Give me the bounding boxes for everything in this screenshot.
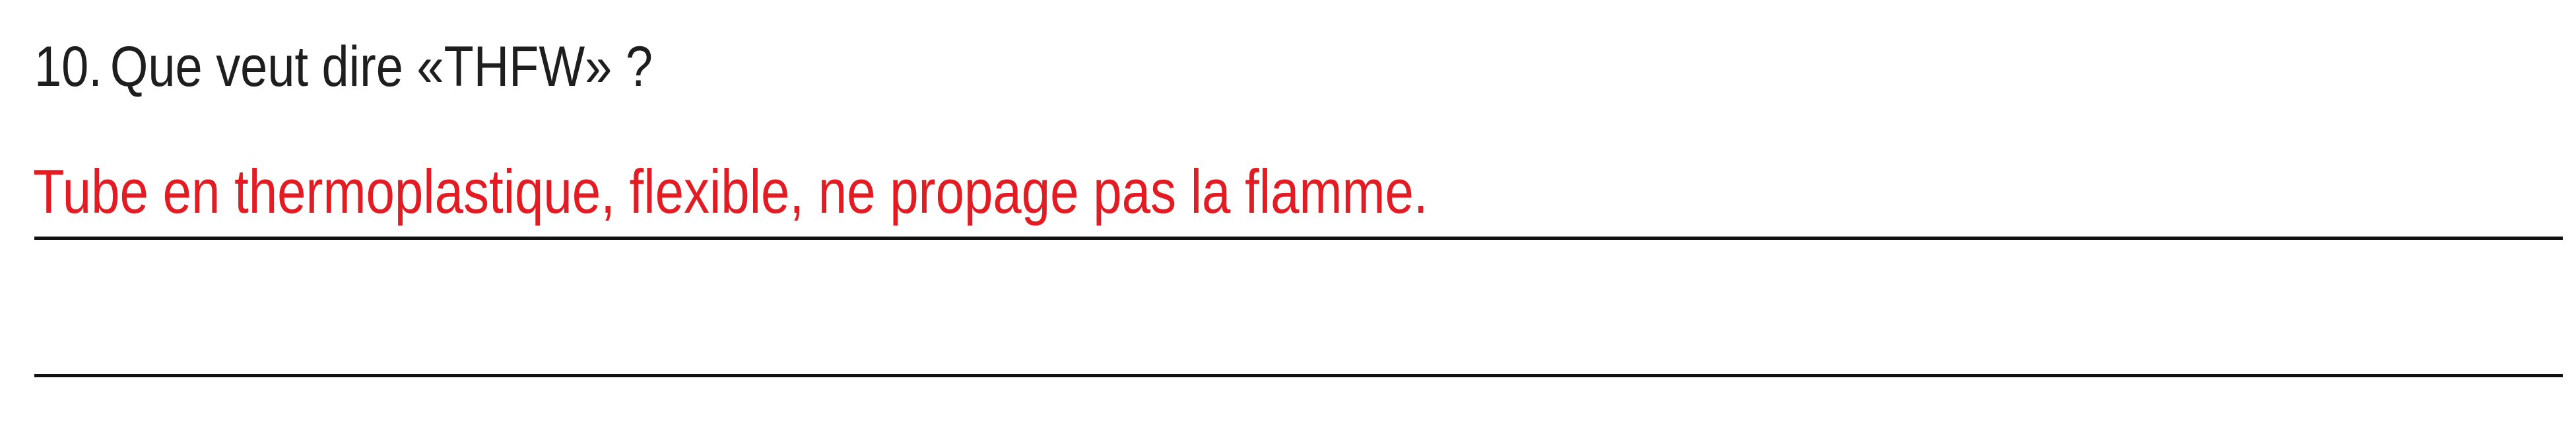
- question-number: 10.: [34, 35, 102, 98]
- answer-line-1: [34, 237, 2563, 240]
- answer-line-2: [34, 374, 2563, 377]
- worksheet-question: 10. Que veut dire «THFW» ? Tube en thermo…: [0, 0, 2576, 444]
- answer-text: Tube en thermoplastique, flexible, ne pr…: [33, 157, 1428, 226]
- question-text: Que veut dire «THFW» ?: [110, 35, 653, 98]
- question-line: 10. Que veut dire «THFW» ?: [34, 38, 653, 95]
